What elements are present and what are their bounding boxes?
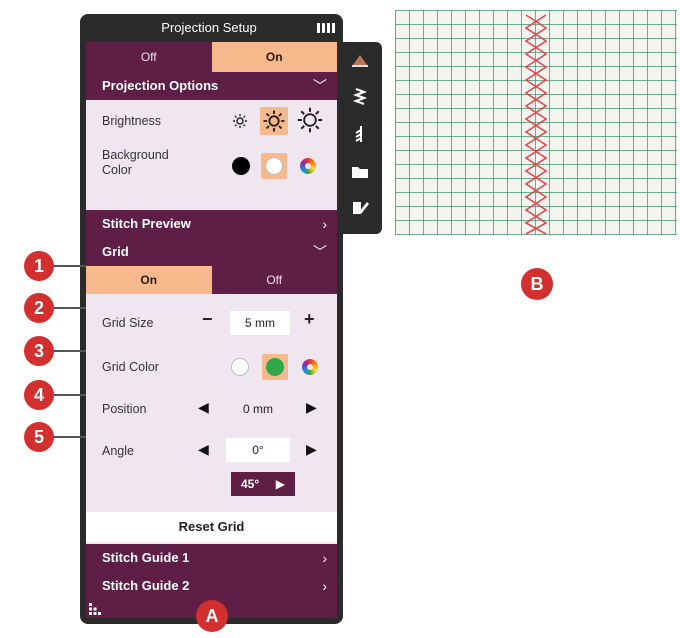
callout-5: 5 bbox=[24, 422, 54, 452]
panel-content: Off On Projection Options ﹀ Brightness B… bbox=[86, 42, 337, 618]
callout-2-leader bbox=[52, 307, 86, 309]
callout-4: 4 bbox=[24, 380, 54, 410]
angle-label: Angle bbox=[102, 444, 134, 458]
projection-on-button[interactable]: On bbox=[211, 42, 337, 72]
grid-off-button[interactable]: Off bbox=[211, 266, 337, 294]
white-circle-icon[interactable] bbox=[265, 157, 283, 175]
callout-3-leader bbox=[52, 350, 86, 352]
callout-3: 3 bbox=[24, 336, 54, 366]
color-wheel-icon[interactable] bbox=[302, 359, 318, 375]
background-color-row: Background Color bbox=[86, 142, 337, 188]
callout-2: 2 bbox=[24, 293, 54, 323]
title-bar: Projection Setup bbox=[80, 14, 343, 42]
dots-menu-icon[interactable] bbox=[88, 602, 102, 616]
callout-4-leader bbox=[52, 394, 86, 396]
arrow-left-icon[interactable]: ◀ bbox=[198, 441, 209, 458]
arrow-right-icon[interactable]: ▶ bbox=[306, 441, 317, 458]
projection-options-title: Projection Options bbox=[102, 78, 219, 93]
angle-45-button[interactable]: 45° ▶ bbox=[231, 472, 295, 496]
position-label: Position bbox=[102, 402, 147, 416]
stitch-guide-2-title: Stitch Guide 2 bbox=[102, 578, 190, 593]
grid-size-row: Grid Size − 5 mm + bbox=[86, 306, 337, 340]
stitch-guide-2-header[interactable]: Stitch Guide 2 › bbox=[86, 572, 337, 600]
sewing-foot-icon[interactable] bbox=[350, 50, 370, 70]
stitch-guide-1-header[interactable]: Stitch Guide 1 › bbox=[86, 544, 337, 572]
black-circle-icon[interactable] bbox=[232, 157, 250, 175]
brightness-row: Brightness bbox=[86, 100, 337, 140]
arrow-left-icon[interactable]: ◀ bbox=[198, 399, 209, 416]
grid-header[interactable]: Grid ﹀ bbox=[86, 238, 337, 266]
stitch-guide-1-title: Stitch Guide 1 bbox=[102, 550, 190, 565]
projected-grid-image bbox=[395, 10, 677, 235]
grid-title: Grid bbox=[102, 244, 129, 259]
stitch-preview-title: Stitch Preview bbox=[102, 216, 191, 231]
zigzag-stitch-icon[interactable] bbox=[350, 86, 370, 106]
position-row: Position ◀ 0 mm ▶ bbox=[86, 394, 337, 424]
brightness-label: Brightness bbox=[102, 114, 162, 128]
position-value: 0 mm bbox=[243, 402, 273, 416]
sun-medium-icon[interactable] bbox=[260, 107, 288, 135]
angle-45-label: 45° bbox=[241, 477, 260, 491]
sun-large-icon[interactable] bbox=[296, 106, 324, 134]
window-title: Projection Setup bbox=[161, 20, 257, 35]
angle-row: Angle ◀ 0° ▶ bbox=[86, 436, 337, 466]
arrow-right-icon[interactable]: ▶ bbox=[306, 399, 317, 416]
stitch-preview-header[interactable]: Stitch Preview › bbox=[86, 210, 337, 238]
projection-off-button[interactable]: Off bbox=[86, 42, 212, 72]
folder-icon[interactable] bbox=[350, 162, 370, 182]
background-color-label: Background Color bbox=[102, 148, 169, 177]
reset-grid-button[interactable]: Reset Grid bbox=[86, 512, 337, 542]
callout-1: 1 bbox=[24, 251, 54, 281]
grid-toggle: On Off bbox=[86, 266, 337, 294]
projection-setup-panel: Projection Setup Off On Projection Optio… bbox=[80, 14, 343, 624]
chevron-right-icon: › bbox=[322, 216, 327, 232]
white-circle-icon[interactable] bbox=[231, 358, 249, 376]
projection-options-header[interactable]: Projection Options ﹀ bbox=[86, 72, 337, 100]
play-icon: ▶ bbox=[275, 477, 285, 491]
minus-button[interactable]: − bbox=[202, 309, 213, 330]
chevron-down-icon: ﹀ bbox=[313, 78, 327, 94]
grid-size-label: Grid Size bbox=[102, 316, 154, 330]
stitch-icon[interactable] bbox=[350, 124, 370, 144]
chevron-down-icon: ﹀ bbox=[313, 244, 327, 260]
side-toolbar bbox=[338, 42, 382, 234]
callout-5-leader bbox=[52, 436, 86, 438]
callout-b: B bbox=[521, 268, 553, 300]
battery-icon bbox=[317, 23, 335, 33]
chevron-right-icon: › bbox=[322, 578, 327, 594]
sun-small-icon[interactable] bbox=[228, 109, 252, 133]
zigzag-stitch-projection bbox=[524, 14, 548, 235]
grid-color-row: Grid Color bbox=[86, 346, 337, 386]
plus-button[interactable]: + bbox=[304, 309, 315, 330]
edit-icon[interactable] bbox=[350, 198, 370, 218]
grid-on-button[interactable]: On bbox=[86, 266, 212, 294]
callout-1-leader bbox=[52, 265, 86, 267]
grid-size-value[interactable]: 5 mm bbox=[230, 311, 290, 335]
grid-color-label: Grid Color bbox=[102, 360, 159, 374]
angle-value[interactable]: 0° bbox=[226, 438, 290, 462]
chevron-right-icon: › bbox=[322, 550, 327, 566]
projection-toggle: Off On bbox=[86, 42, 337, 72]
green-circle-icon[interactable] bbox=[266, 358, 284, 376]
callout-a: A bbox=[196, 600, 228, 632]
color-wheel-icon[interactable] bbox=[300, 158, 316, 174]
